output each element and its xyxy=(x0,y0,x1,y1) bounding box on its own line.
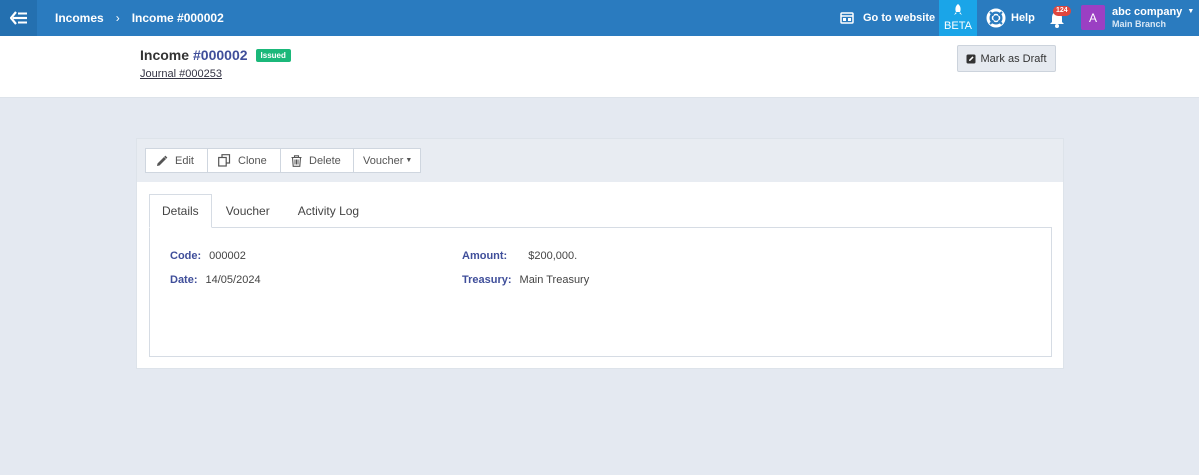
rocket-icon xyxy=(954,4,962,15)
page-header: Income #000002 Issued Journal #000253 Ma… xyxy=(0,36,1199,98)
amount-field: Amount: $200,000. xyxy=(462,250,577,262)
date-value: 14/05/2024 xyxy=(205,274,261,286)
chevron-down-icon: ▼ xyxy=(1187,8,1195,15)
date-label: Date: xyxy=(170,274,198,286)
website-icon xyxy=(840,12,854,24)
mark-as-draft-button[interactable]: Mark as Draft xyxy=(957,45,1056,72)
help-button[interactable]: Help xyxy=(986,0,1035,36)
edit-square-icon xyxy=(966,54,976,63)
voucher-dropdown-label: Voucher xyxy=(363,154,404,167)
tab-bar: Details Voucher Activity Log xyxy=(149,194,373,228)
delete-button[interactable]: Delete xyxy=(280,148,354,173)
delete-label: Delete xyxy=(309,154,341,167)
income-panel: Edit Clone Delete Voucher ▼ Details Vouc… xyxy=(136,138,1064,369)
trash-icon xyxy=(291,154,302,167)
action-toolbar: Edit Clone Delete Voucher ▼ xyxy=(137,139,1063,182)
amount-value: $200,000. xyxy=(528,250,578,262)
breadcrumb: Incomes › Income #000002 xyxy=(55,0,224,36)
sidebar-toggle-button[interactable] xyxy=(0,0,37,36)
top-navbar: Incomes › Income #000002 Go to website B… xyxy=(0,0,1199,36)
page-title-number: #000002 xyxy=(193,47,248,63)
account-menu[interactable]: abc company ▼ Main Branch xyxy=(1112,6,1194,30)
edit-label: Edit xyxy=(175,154,194,167)
go-to-website-label: Go to website xyxy=(863,12,936,24)
beta-button[interactable]: BETA xyxy=(939,0,977,36)
code-value: 000002 xyxy=(209,250,246,262)
edit-button[interactable]: Edit xyxy=(145,148,208,173)
code-label: Code: xyxy=(170,250,202,262)
code-field: Code: 000002 xyxy=(170,250,246,262)
caret-down-icon: ▼ xyxy=(405,157,413,164)
tab-activity-log[interactable]: Activity Log xyxy=(284,194,373,228)
tab-voucher[interactable]: Voucher xyxy=(212,194,284,228)
mark-as-draft-label: Mark as Draft xyxy=(980,52,1047,65)
voucher-dropdown-button[interactable]: Voucher ▼ xyxy=(353,148,421,173)
lifebuoy-icon xyxy=(986,8,1006,28)
help-label: Help xyxy=(1011,12,1035,24)
amount-label: Amount: xyxy=(462,250,508,262)
treasury-value: Main Treasury xyxy=(519,274,590,286)
breadcrumb-current: Income #000002 xyxy=(131,11,224,25)
tab-details[interactable]: Details xyxy=(149,194,212,228)
go-to-website-button[interactable]: Go to website xyxy=(840,0,935,36)
breadcrumb-incomes-link[interactable]: Incomes xyxy=(55,11,104,25)
branch-name: Main Branch xyxy=(1112,19,1167,29)
copy-icon xyxy=(218,154,231,167)
beta-label: BETA xyxy=(944,20,972,32)
clone-button[interactable]: Clone xyxy=(207,148,281,173)
avatar[interactable]: A xyxy=(1081,5,1105,30)
details-pane: Code: 000002 Date: 14/05/2024 Amount: $2… xyxy=(149,227,1052,357)
treasury-label: Treasury: xyxy=(462,274,512,286)
status-badge: Issued xyxy=(255,48,291,62)
date-field: Date: 14/05/2024 xyxy=(170,274,261,286)
company-name: abc company xyxy=(1112,6,1183,18)
notifications-count-badge: 124 xyxy=(1053,6,1071,16)
breadcrumb-separator: › xyxy=(115,11,120,25)
clone-label: Clone xyxy=(238,154,267,167)
page-title: Income #000002 Issued xyxy=(140,47,291,63)
journal-link[interactable]: Journal #000253 xyxy=(140,68,222,80)
pencil-icon xyxy=(157,155,168,166)
treasury-field: Treasury: Main Treasury xyxy=(462,274,589,286)
arrow-left-menu-icon xyxy=(9,11,27,25)
page-title-prefix: Income xyxy=(140,47,190,63)
